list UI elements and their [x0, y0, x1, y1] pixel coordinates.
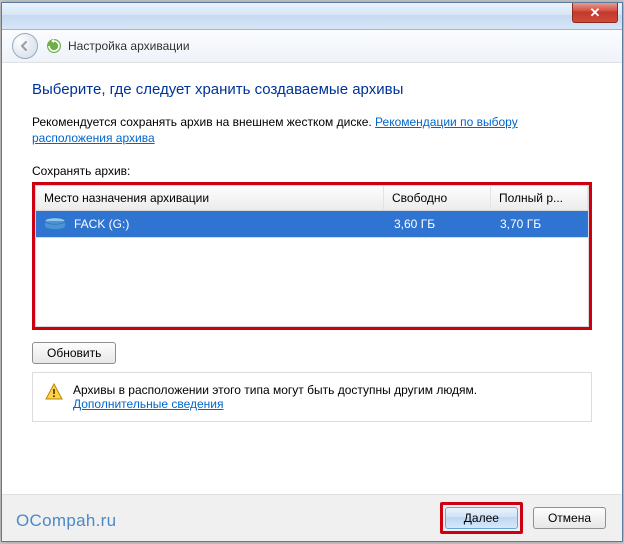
back-button[interactable]: [12, 33, 38, 59]
titlebar: ✕: [2, 3, 622, 30]
warning-text: Архивы в расположении этого типа могут б…: [73, 383, 477, 397]
footer-bar: OCompah.ru Далее Отмена: [2, 494, 622, 541]
intro-text: Рекомендуется сохранять архив на внешнем…: [32, 114, 592, 146]
close-button[interactable]: ✕: [572, 3, 618, 23]
more-info-link[interactable]: Дополнительные сведения: [73, 397, 223, 411]
table-row[interactable]: FACK (G:) 3,60 ГБ 3,70 ГБ: [35, 211, 589, 238]
warning-icon: [45, 383, 63, 401]
intro-prefix: Рекомендуется сохранять архив на внешнем…: [32, 115, 375, 129]
col-destination[interactable]: Место назначения архивации: [36, 186, 384, 210]
next-button-highlight: Далее: [440, 502, 523, 534]
cancel-button[interactable]: Отмена: [533, 507, 606, 529]
table-header: Место назначения архивации Свободно Полн…: [35, 185, 589, 211]
watermark: OCompah.ru: [16, 511, 116, 531]
close-icon: ✕: [590, 5, 601, 21]
arrow-left-icon: [19, 40, 31, 52]
warning-panel: Архивы в расположении этого типа могут б…: [32, 372, 592, 422]
table-empty-area: [35, 238, 589, 327]
hard-drive-icon: [44, 217, 66, 231]
col-total[interactable]: Полный р...: [491, 186, 588, 210]
header-bar: Настройка архивации: [2, 30, 622, 63]
drive-name: FACK (G:): [74, 217, 129, 231]
col-free[interactable]: Свободно: [384, 186, 491, 210]
dialog-window: ✕ Настройка архивации Выберите, где след…: [1, 2, 623, 542]
refresh-wrap: Обновить: [32, 342, 592, 364]
next-button[interactable]: Далее: [445, 507, 518, 529]
header-title: Настройка архивации: [68, 39, 190, 53]
backup-app-icon: [46, 38, 62, 54]
warning-body: Архивы в расположении этого типа могут б…: [73, 383, 477, 411]
destination-table-highlight: Место назначения архивации Свободно Полн…: [32, 182, 592, 330]
content-area: Выберите, где следует хранить создаваемы…: [2, 63, 622, 494]
drive-total: 3,70 ГБ: [492, 211, 588, 237]
save-location-label: Сохранять архив:: [32, 164, 592, 178]
page-heading: Выберите, где следует хранить создаваемы…: [32, 81, 592, 98]
drive-free: 3,60 ГБ: [386, 211, 492, 237]
refresh-button[interactable]: Обновить: [32, 342, 116, 364]
